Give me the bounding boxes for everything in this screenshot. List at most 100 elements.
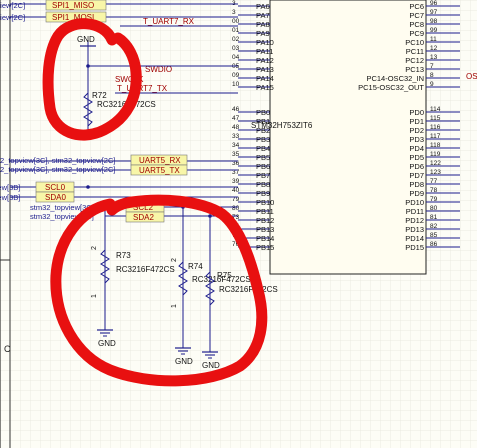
pin-label: PB8 bbox=[256, 180, 270, 189]
r75-part: RC3216F472CS bbox=[219, 285, 278, 294]
pin-label: PC11 bbox=[406, 47, 424, 56]
r73-part: RC3216F472CS bbox=[116, 265, 175, 274]
pin-number: 123 bbox=[430, 169, 441, 176]
pin-label: PB12 bbox=[256, 216, 274, 225]
pin-number: 98 bbox=[430, 18, 438, 25]
pin-number: 7 bbox=[430, 63, 434, 70]
pin-label: PC13 bbox=[405, 65, 424, 74]
pin-number: 96 bbox=[430, 0, 438, 7]
pin-number: 99 bbox=[430, 27, 438, 34]
pin-label: PD3 bbox=[409, 135, 424, 144]
pin-number: 12 bbox=[430, 45, 438, 52]
schematic-svg: C STM32H753ZIT6 PA4PA5PA63PA73PA800PA901… bbox=[0, 0, 477, 448]
pin-number: 78 bbox=[430, 187, 438, 194]
sheet-ref-1: topview[2C] bbox=[0, 1, 25, 10]
pin-label: PB4 bbox=[256, 144, 270, 153]
pin-number: 118 bbox=[430, 142, 441, 149]
pin-number: 81 bbox=[430, 214, 438, 221]
pin-label: PC14-OSC32_IN bbox=[366, 74, 424, 83]
pin-label: PB13 bbox=[256, 225, 274, 234]
sheet-ref-2: topview[2C] bbox=[0, 13, 25, 22]
pin-label: PD0 bbox=[409, 108, 424, 117]
pin-number: 97 bbox=[430, 9, 438, 16]
sda2-text: SDA2 bbox=[133, 213, 154, 222]
pin-number: 82 bbox=[430, 223, 438, 230]
mcu-chip-body[interactable] bbox=[269, 0, 427, 275]
pin-number: 04 bbox=[232, 54, 240, 61]
gnd-label-r72: GND bbox=[77, 35, 95, 44]
pin-label: PD15 bbox=[405, 243, 424, 252]
pin-label: PA10 bbox=[256, 38, 274, 47]
pin-label: PA14 bbox=[256, 74, 274, 83]
pin-number: 01 bbox=[232, 27, 240, 34]
r74-pin2: 2 bbox=[171, 258, 178, 262]
pin-number: 80 bbox=[430, 205, 438, 212]
uart7-rx-label: T_UART7_RX bbox=[143, 17, 195, 26]
pin-number: 33 bbox=[232, 133, 240, 140]
sda0-text: SDA0 bbox=[45, 193, 66, 202]
schematic-canvas[interactable]: C STM32H753ZIT6 PA4PA5PA63PA73PA800PA901… bbox=[0, 0, 477, 448]
pin-number: 02 bbox=[232, 36, 240, 43]
r73-ref: R73 bbox=[116, 251, 131, 260]
pin-number: 117 bbox=[430, 133, 441, 140]
pin-number: 3 bbox=[232, 9, 236, 16]
uart5-rx-ref: 2_topview[3C], stm32_topview[2C] bbox=[0, 156, 115, 165]
pin-label: PD13 bbox=[405, 225, 424, 234]
pin-label: PD7 bbox=[409, 171, 424, 180]
scl0-ref: view[3B] bbox=[0, 183, 20, 192]
pin-label: PB11 bbox=[256, 207, 274, 216]
pin-number: 86 bbox=[430, 241, 438, 248]
pin-label: PC8 bbox=[409, 20, 424, 29]
r74-ref: R74 bbox=[188, 262, 203, 271]
pin-label: PB7 bbox=[256, 171, 270, 180]
pin-label: PB5 bbox=[256, 153, 270, 162]
gnd-label-r73: GND bbox=[98, 339, 116, 348]
pin-label: PC9 bbox=[409, 29, 424, 38]
pin-number: 48 bbox=[232, 124, 240, 131]
pin-label: PB1 bbox=[256, 117, 270, 126]
pin-number: 116 bbox=[430, 124, 441, 131]
pin-number: 79 bbox=[430, 196, 438, 203]
pin-number: 114 bbox=[430, 106, 441, 113]
pin-number: 40 bbox=[232, 187, 240, 194]
pin-label: PB0 bbox=[256, 108, 270, 117]
pin-label: PC12 bbox=[405, 56, 424, 65]
pin-number: 39 bbox=[232, 178, 240, 185]
pin-label: PB10 bbox=[256, 198, 274, 207]
os-net-label: OS bbox=[466, 72, 477, 81]
r74-pin1: 1 bbox=[171, 304, 178, 308]
uart5-tx-text: UART5_TX bbox=[139, 166, 180, 175]
r72-ref: R72 bbox=[92, 91, 107, 100]
uart5-rx-text: UART5_RX bbox=[139, 156, 181, 165]
pin-label: PD6 bbox=[409, 162, 424, 171]
r73-pin1: 1 bbox=[91, 294, 98, 298]
pin-number: 34 bbox=[232, 142, 240, 149]
pin-number: 8 bbox=[430, 72, 434, 79]
uart7-tx-label: T_UART7_TX bbox=[117, 84, 168, 93]
pin-number: 35 bbox=[232, 151, 240, 158]
scl0-text: SCL0 bbox=[45, 183, 66, 192]
pin-label: PA8 bbox=[256, 20, 270, 29]
pin-label: PB14 bbox=[256, 234, 274, 243]
pin-label: PB15 bbox=[256, 243, 274, 252]
pin-number: 9 bbox=[430, 81, 434, 88]
r75-ref: R75 bbox=[217, 271, 232, 280]
pin-label: PB3 bbox=[256, 135, 270, 144]
pin-label: PC7 bbox=[409, 11, 424, 20]
pin-number: 85 bbox=[430, 232, 438, 239]
pin-label: PB2 bbox=[256, 126, 270, 135]
pin-label: PB9 bbox=[256, 189, 270, 198]
pin-label: PD10 bbox=[405, 198, 424, 207]
pin-label: PC15-OSC32_OUT bbox=[358, 83, 424, 92]
pin-number: 122 bbox=[430, 160, 441, 167]
pin-number: 10 bbox=[232, 81, 240, 88]
pin-label: PA13 bbox=[256, 65, 274, 74]
pin-label: PD5 bbox=[409, 153, 424, 162]
pin-number: 09 bbox=[232, 72, 240, 79]
pin-label: PC10 bbox=[405, 38, 424, 47]
uart5-tx-ref: 2_topview[3C], stm32_topview[2C] bbox=[0, 165, 115, 174]
r73-pin2: 2 bbox=[91, 246, 98, 250]
pin-label: PD12 bbox=[405, 216, 424, 225]
gnd-label-r75: GND bbox=[202, 361, 220, 370]
pin-label: PA9 bbox=[256, 29, 270, 38]
